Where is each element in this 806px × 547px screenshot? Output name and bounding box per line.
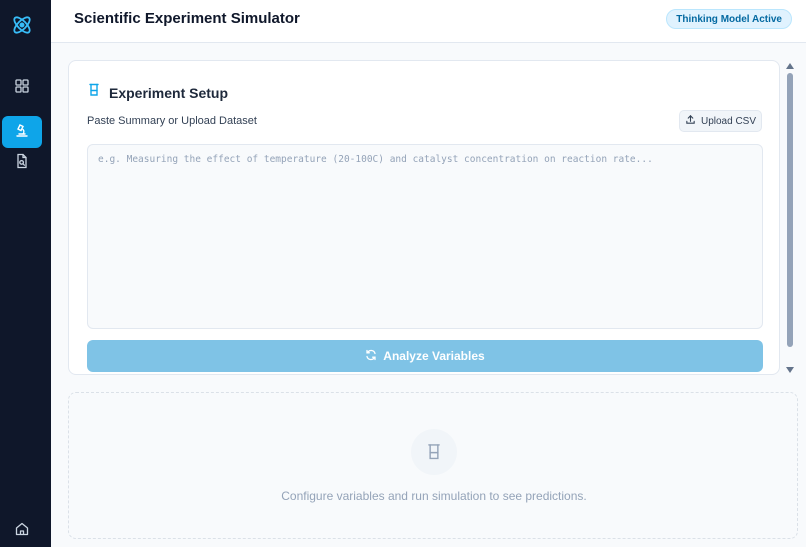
- file-search-icon: [14, 153, 30, 174]
- microscope-icon: [14, 122, 30, 143]
- upload-icon: [685, 114, 696, 128]
- scroll-up-arrow[interactable]: [786, 63, 794, 69]
- upload-csv-label: Upload CSV: [700, 115, 757, 127]
- scrollbar-thumb[interactable]: [787, 73, 793, 347]
- sidebar-item-experiments[interactable]: [2, 116, 42, 148]
- summary-input[interactable]: [87, 144, 763, 329]
- input-label: Paste Summary or Upload Dataset: [87, 115, 257, 127]
- sidebar: [0, 0, 51, 547]
- card-header: Experiment Setup: [87, 83, 228, 102]
- beaker-placeholder-icon: [411, 429, 457, 475]
- beaker-icon: [87, 83, 101, 102]
- card-title: Experiment Setup: [109, 84, 229, 101]
- upload-csv-button[interactable]: Upload CSV: [679, 110, 762, 132]
- atom-logo-icon: [9, 12, 35, 38]
- app-header: Scientific Experiment Simulator Thinking…: [51, 0, 806, 43]
- analyze-variables-button[interactable]: Analyze Variables: [87, 340, 763, 372]
- scroll-down-arrow[interactable]: [786, 367, 794, 373]
- status-badge: Thinking Model Active: [666, 9, 792, 29]
- vertical-scrollbar[interactable]: [785, 60, 797, 376]
- main-content: Experiment Setup Paste Summary or Upload…: [51, 43, 806, 547]
- sidebar-item-home[interactable]: [2, 515, 42, 547]
- analyze-variables-label: Analyze Variables: [383, 349, 485, 363]
- experiment-setup-card: Experiment Setup Paste Summary or Upload…: [68, 60, 780, 375]
- refresh-icon: [365, 349, 377, 364]
- home-icon: [14, 521, 30, 542]
- page-title: Scientific Experiment Simulator: [74, 10, 300, 27]
- grid-icon: [14, 78, 30, 99]
- sidebar-item-dashboard[interactable]: [2, 72, 42, 104]
- empty-state-message: Configure variables and run simulation t…: [281, 489, 587, 503]
- results-placeholder: Configure variables and run simulation t…: [68, 392, 798, 539]
- sidebar-item-reports[interactable]: [2, 147, 42, 179]
